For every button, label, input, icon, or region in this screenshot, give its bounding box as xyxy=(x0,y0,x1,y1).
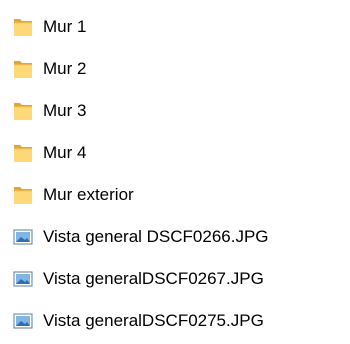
file-item-label: Mur 2 xyxy=(43,59,87,78)
image-file-icon xyxy=(13,310,33,332)
image-file-icon xyxy=(13,226,33,248)
file-item-mur-4[interactable]: Mur 4 xyxy=(0,133,350,175)
file-item-label: Vista generalDSCF0275.JPG xyxy=(43,311,264,330)
file-item-label: Vista generalDSCF0267.JPG xyxy=(43,269,264,288)
folder-icon xyxy=(13,184,33,206)
image-file-icon xyxy=(13,268,33,290)
file-item-dscf0275[interactable]: Vista generalDSCF0275.JPG xyxy=(0,301,350,343)
file-item-mur-3[interactable]: Mur 3 xyxy=(0,91,350,133)
folder-icon xyxy=(13,58,33,80)
file-item-label: Mur 1 xyxy=(43,17,87,36)
file-item-mur-exterior[interactable]: Mur exterior xyxy=(0,175,350,217)
folder-icon xyxy=(13,16,33,38)
file-item-dscf0267[interactable]: Vista generalDSCF0267.JPG xyxy=(0,259,350,301)
file-item-label: Mur 4 xyxy=(43,143,87,162)
file-item-label: Mur 3 xyxy=(43,101,87,120)
file-item-mur-2[interactable]: Mur 2 xyxy=(0,49,350,91)
file-item-label: Mur exterior xyxy=(43,185,134,204)
file-item-dscf0266[interactable]: Vista general DSCF0266.JPG xyxy=(0,217,350,259)
file-item-mur-1[interactable]: Mur 1 xyxy=(0,7,350,49)
file-list: Mur 1 Mur 2 Mur 3 Mur 4 Mur exterior Vis… xyxy=(0,0,350,344)
folder-icon xyxy=(13,100,33,122)
file-item-label: Vista general DSCF0266.JPG xyxy=(43,227,269,246)
folder-icon xyxy=(13,142,33,164)
